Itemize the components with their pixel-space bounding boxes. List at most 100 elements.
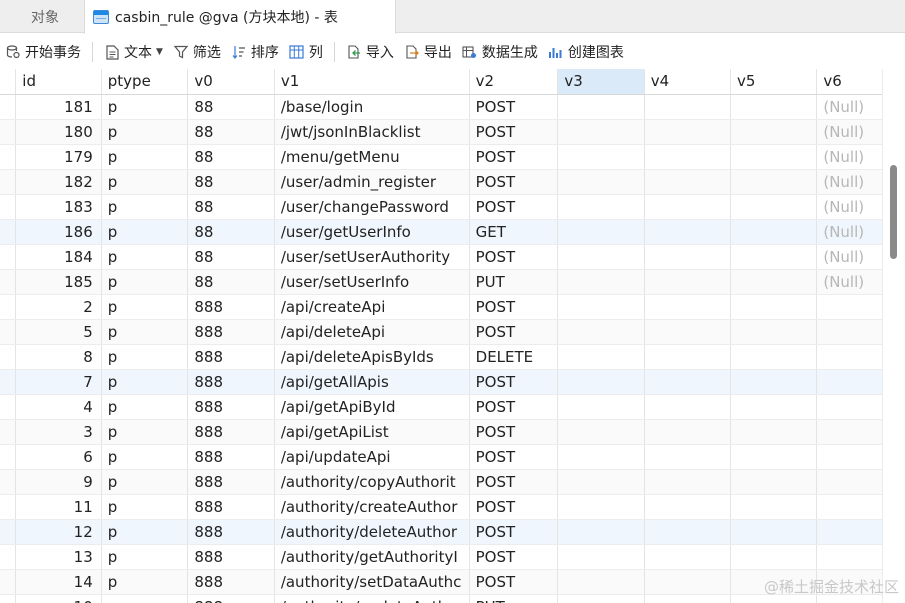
- table-row[interactable]: 7 p 888/api/getAllApis POST: [0, 369, 905, 395]
- table-row[interactable]: 9 p 888/authority/copyAuthorit POST: [0, 469, 905, 495]
- row-gutter[interactable]: [0, 419, 17, 445]
- cell-v2[interactable]: POST: [469, 419, 559, 445]
- cell-v0[interactable]: 88: [187, 244, 275, 270]
- columns-button[interactable]: 列: [284, 34, 328, 70]
- cell-v0[interactable]: 888: [187, 469, 275, 495]
- cell-v1[interactable]: /authority/getAuthorityI: [274, 544, 470, 570]
- table-row[interactable]: 8 p 888/api/deleteApisByIds DELETE: [0, 344, 905, 370]
- cell-v1[interactable]: /jwt/jsonInBlacklist: [274, 119, 470, 145]
- cell-v0[interactable]: 888: [187, 394, 275, 420]
- cell-v4[interactable]: [644, 519, 732, 545]
- tab-objects[interactable]: 对象: [0, 0, 90, 33]
- cell-v2[interactable]: POST: [469, 469, 559, 495]
- cell-v0[interactable]: 888: [187, 419, 275, 445]
- cell-ptype[interactable]: p: [101, 569, 189, 595]
- table-row[interactable]: 179 p 88/menu/getMenu POST (Null): [0, 144, 905, 170]
- cell-v1[interactable]: /user/setUserInfo: [274, 269, 470, 295]
- cell-ptype[interactable]: p: [101, 444, 189, 470]
- cell-v2[interactable]: POST: [469, 294, 559, 320]
- cell-v1[interactable]: /api/deleteApisByIds: [274, 344, 470, 370]
- cell-v5[interactable]: [730, 269, 818, 295]
- cell-v0[interactable]: 888: [187, 444, 275, 470]
- cell-v0[interactable]: 888: [187, 494, 275, 520]
- cell-id[interactable]: 7: [15, 369, 102, 395]
- cell-v4[interactable]: [644, 394, 732, 420]
- row-gutter[interactable]: [0, 194, 17, 220]
- cell-v4[interactable]: [644, 444, 732, 470]
- scrollbar-thumb[interactable]: [890, 165, 897, 259]
- cell-v2[interactable]: POST: [469, 394, 559, 420]
- row-gutter[interactable]: [0, 269, 17, 295]
- cell-v2[interactable]: POST: [469, 144, 559, 170]
- cell-v1[interactable]: /api/getApiById: [274, 394, 470, 420]
- column-header-v4[interactable]: v4: [644, 69, 732, 95]
- cell-ptype[interactable]: p: [101, 494, 189, 520]
- table-row[interactable]: 185 p 88/user/setUserInfo PUT (Null): [0, 269, 905, 295]
- cell-v1[interactable]: /authority/copyAuthorit: [274, 469, 470, 495]
- cell-v2[interactable]: POST: [469, 544, 559, 570]
- cell-v5[interactable]: [730, 194, 818, 220]
- row-gutter[interactable]: [0, 144, 17, 170]
- cell-id[interactable]: 14: [15, 569, 102, 595]
- row-gutter[interactable]: [0, 469, 17, 495]
- cell-v5[interactable]: [730, 494, 818, 520]
- sort-button[interactable]: 排序: [226, 34, 284, 70]
- cell-id[interactable]: 185: [15, 269, 102, 295]
- cell-id[interactable]: 4: [15, 394, 102, 420]
- cell-id[interactable]: 13: [15, 544, 102, 570]
- cell-v2[interactable]: POST: [469, 94, 559, 120]
- cell-v4[interactable]: [644, 219, 732, 245]
- cell-v2[interactable]: POST: [469, 494, 559, 520]
- column-header-v5[interactable]: v5: [730, 69, 818, 95]
- cell-v0[interactable]: 888: [187, 544, 275, 570]
- cell-v5[interactable]: [730, 169, 818, 195]
- row-gutter[interactable]: [0, 594, 17, 603]
- table-row[interactable]: 183 p 88/user/changePassword POST (Null): [0, 194, 905, 220]
- row-gutter[interactable]: [0, 394, 17, 420]
- table-row[interactable]: 184 p 88/user/setUserAuthority POST (Null): [0, 244, 905, 270]
- cell-v1[interactable]: /user/setUserAuthority: [274, 244, 470, 270]
- table-row[interactable]: 12 p 888/authority/deleteAuthor POST: [0, 519, 905, 545]
- cell-v5[interactable]: [730, 394, 818, 420]
- table-row[interactable]: 182 p 88/user/admin_register POST (Null): [0, 169, 905, 195]
- cell-v4[interactable]: [644, 294, 732, 320]
- cell-v3[interactable]: [557, 344, 645, 370]
- cell-v4[interactable]: [644, 469, 732, 495]
- cell-id[interactable]: 12: [15, 519, 102, 545]
- cell-v2[interactable]: POST: [469, 569, 559, 595]
- cell-v2[interactable]: DELETE: [469, 344, 559, 370]
- table-row[interactable]: 181 p 88/base/login POST (Null): [0, 94, 905, 120]
- cell-v4[interactable]: [644, 369, 732, 395]
- table-row[interactable]: 4 p 888/api/getApiById POST: [0, 394, 905, 420]
- cell-v3[interactable]: [557, 469, 645, 495]
- cell-v1[interactable]: /base/login: [274, 94, 470, 120]
- cell-v3[interactable]: [557, 194, 645, 220]
- cell-v1[interactable]: /api/getAllApis: [274, 369, 470, 395]
- cell-v4[interactable]: [644, 144, 732, 170]
- cell-v4[interactable]: [644, 244, 732, 270]
- row-gutter[interactable]: [0, 294, 17, 320]
- row-gutter[interactable]: [0, 494, 17, 520]
- cell-v0[interactable]: 888: [187, 344, 275, 370]
- cell-v5[interactable]: [730, 144, 818, 170]
- cell-v3[interactable]: [557, 419, 645, 445]
- cell-v3[interactable]: [557, 169, 645, 195]
- cell-ptype[interactable]: p: [101, 119, 189, 145]
- cell-v1[interactable]: /user/admin_register: [274, 169, 470, 195]
- cell-ptype[interactable]: p: [101, 519, 189, 545]
- row-gutter[interactable]: [0, 369, 17, 395]
- cell-id[interactable]: 8: [15, 344, 102, 370]
- cell-v3[interactable]: [557, 144, 645, 170]
- table-row[interactable]: 186 p 88/user/getUserInfo GET (Null): [0, 219, 905, 245]
- generate-data-button[interactable]: 数据生成: [457, 34, 543, 70]
- cell-v2[interactable]: POST: [469, 319, 559, 345]
- cell-ptype[interactable]: p: [101, 594, 189, 603]
- row-gutter[interactable]: [0, 519, 17, 545]
- cell-v2[interactable]: GET: [469, 219, 559, 245]
- cell-v0[interactable]: 888: [187, 569, 275, 595]
- cell-v5[interactable]: [730, 519, 818, 545]
- cell-ptype[interactable]: p: [101, 194, 189, 220]
- cell-v3[interactable]: [557, 269, 645, 295]
- cell-v3[interactable]: [557, 244, 645, 270]
- cell-v5[interactable]: [730, 119, 818, 145]
